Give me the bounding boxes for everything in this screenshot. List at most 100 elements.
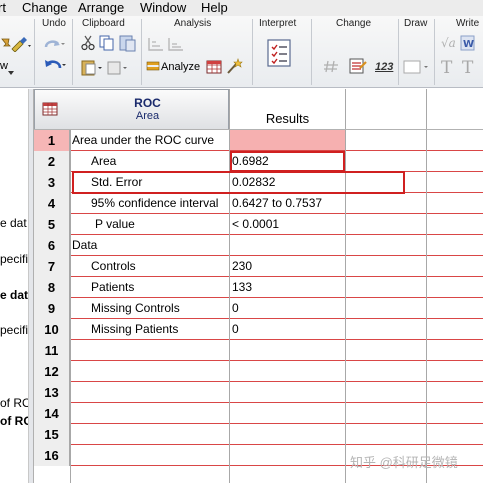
- row-number[interactable]: 12: [34, 361, 70, 382]
- row-title-cell[interactable]: 95% confidence interval: [71, 193, 229, 214]
- result-value-cell[interactable]: [230, 403, 345, 424]
- wand-icon[interactable]: [225, 57, 243, 78]
- result-value-cell[interactable]: 0: [230, 319, 345, 340]
- row-title-cell[interactable]: Missing Controls: [71, 298, 229, 319]
- hash-icon[interactable]: [322, 58, 342, 77]
- group-label-undo: Undo: [42, 18, 66, 29]
- group-label-draw: Draw: [404, 18, 428, 29]
- group-label-clipboard: Clipboard: [82, 18, 125, 29]
- group-label-analysis: Analysis: [174, 18, 212, 29]
- formula-icon[interactable]: √a: [440, 35, 456, 54]
- navigator-item[interactable]: pecifi: [0, 323, 28, 337]
- cut-icon[interactable]: [81, 35, 95, 54]
- analyze-button[interactable]: Analyze: [161, 61, 200, 73]
- result-value-cell[interactable]: [230, 235, 345, 256]
- row-number[interactable]: 3: [34, 172, 70, 193]
- menu-insert[interactable]: rt: [0, 0, 6, 16]
- row-title-cell[interactable]: [71, 445, 229, 466]
- group-label-change: Change: [336, 18, 372, 29]
- row-title-cell[interactable]: Missing Patients: [71, 319, 229, 340]
- row-title-cell[interactable]: Patients: [71, 277, 229, 298]
- navigator-item[interactable]: e dat: [0, 288, 28, 302]
- result-value-cell[interactable]: 0.6427 to 0.7537: [230, 193, 345, 214]
- row-number[interactable]: 10: [34, 319, 70, 340]
- analyze-icon[interactable]: [146, 60, 160, 77]
- svg-text:W: W: [463, 39, 474, 50]
- row-title-cell[interactable]: [71, 424, 229, 445]
- result-value-cell[interactable]: 0: [230, 298, 345, 319]
- undo-icon[interactable]: [42, 57, 68, 76]
- number-format-button[interactable]: 123: [375, 61, 393, 73]
- result-value-cell[interactable]: [230, 445, 345, 466]
- redo-icon[interactable]: [42, 37, 66, 54]
- column-header-results[interactable]: Results: [230, 107, 345, 130]
- result-value-cell[interactable]: [230, 424, 345, 445]
- group-label-write: Write: [456, 18, 480, 29]
- paste-options-icon[interactable]: [106, 58, 130, 79]
- selected-cell[interactable]: [230, 151, 345, 172]
- row-title-cell[interactable]: [71, 340, 229, 361]
- row-title-cell[interactable]: Area under the ROC curve: [71, 130, 229, 151]
- row-number[interactable]: 13: [34, 382, 70, 403]
- navigator-item[interactable]: of RO: [0, 396, 28, 410]
- highlight-box: [72, 171, 405, 194]
- result-value-cell[interactable]: [230, 130, 345, 151]
- menu-help[interactable]: Help: [201, 0, 228, 16]
- word-doc-icon[interactable]: W: [459, 35, 477, 54]
- navigator-item[interactable]: of RO: [0, 414, 28, 428]
- text-icon[interactable]: T: [440, 58, 460, 79]
- result-value-cell[interactable]: [230, 361, 345, 382]
- brush-icon[interactable]: [8, 36, 32, 55]
- insert-graph-icon[interactable]: [167, 36, 185, 55]
- chevron-down-icon: [8, 64, 14, 78]
- view-dropdown[interactable]: w: [0, 60, 8, 72]
- result-value-cell[interactable]: 133: [230, 277, 345, 298]
- menu-window[interactable]: Window: [140, 0, 186, 16]
- draw-rectangle-icon[interactable]: [402, 58, 432, 79]
- column-divider: [345, 89, 346, 483]
- column-divider: [426, 89, 427, 483]
- row-title-cell[interactable]: Data: [71, 235, 229, 256]
- text-bold-icon[interactable]: T: [461, 58, 481, 79]
- menu-bar: rt Change Arrange Window Help: [0, 0, 483, 16]
- row-number[interactable]: 14: [34, 403, 70, 424]
- row-title-cell[interactable]: Area: [71, 151, 229, 172]
- row-number[interactable]: 15: [34, 424, 70, 445]
- row-number[interactable]: 1: [34, 130, 70, 151]
- row-number[interactable]: 7: [34, 256, 70, 277]
- insert-table-icon[interactable]: [147, 36, 165, 55]
- row-number[interactable]: 16: [34, 445, 70, 466]
- result-value-cell[interactable]: 230: [230, 256, 345, 277]
- result-value-cell[interactable]: [230, 382, 345, 403]
- results-table-icon[interactable]: [205, 58, 223, 79]
- watermark: 知乎 @科研足微镜: [350, 455, 458, 470]
- result-value-cell[interactable]: < 0.0001: [230, 214, 345, 235]
- svg-text:T: T: [441, 58, 453, 76]
- copy-icon[interactable]: [99, 35, 115, 54]
- checklist-icon[interactable]: [266, 38, 292, 71]
- navigator-item[interactable]: e dat: [0, 216, 27, 230]
- ribbon-toolbar: w Undo Clipboard Analysis Analyze Interp…: [0, 16, 483, 88]
- row-title-cell[interactable]: [71, 403, 229, 424]
- row-title-cell[interactable]: Controls: [71, 256, 229, 277]
- row-number[interactable]: 9: [34, 298, 70, 319]
- menu-change[interactable]: Change: [22, 0, 68, 16]
- row-number[interactable]: 8: [34, 277, 70, 298]
- row-number[interactable]: 11: [34, 340, 70, 361]
- table-type-header[interactable]: ROC Area: [34, 89, 229, 130]
- row-number[interactable]: 5: [34, 214, 70, 235]
- result-value-cell[interactable]: [230, 340, 345, 361]
- row-number[interactable]: 4: [34, 193, 70, 214]
- row-title-cell[interactable]: P value: [71, 214, 229, 235]
- navigator-item[interactable]: pecifi: [0, 252, 28, 266]
- navigator-panel: e dat pecifi e dat pecifi of RO of RO: [0, 89, 29, 483]
- table-type-subtitle: Area: [135, 110, 160, 122]
- row-title-cell[interactable]: [71, 382, 229, 403]
- table-type-title: ROC: [134, 96, 161, 110]
- format-sheet-icon[interactable]: [348, 56, 368, 79]
- row-title-cell[interactable]: [71, 361, 229, 382]
- row-number[interactable]: 2: [34, 151, 70, 172]
- row-number[interactable]: 6: [34, 235, 70, 256]
- paste-special-icon[interactable]: [118, 34, 136, 55]
- menu-arrange[interactable]: Arrange: [78, 0, 124, 16]
